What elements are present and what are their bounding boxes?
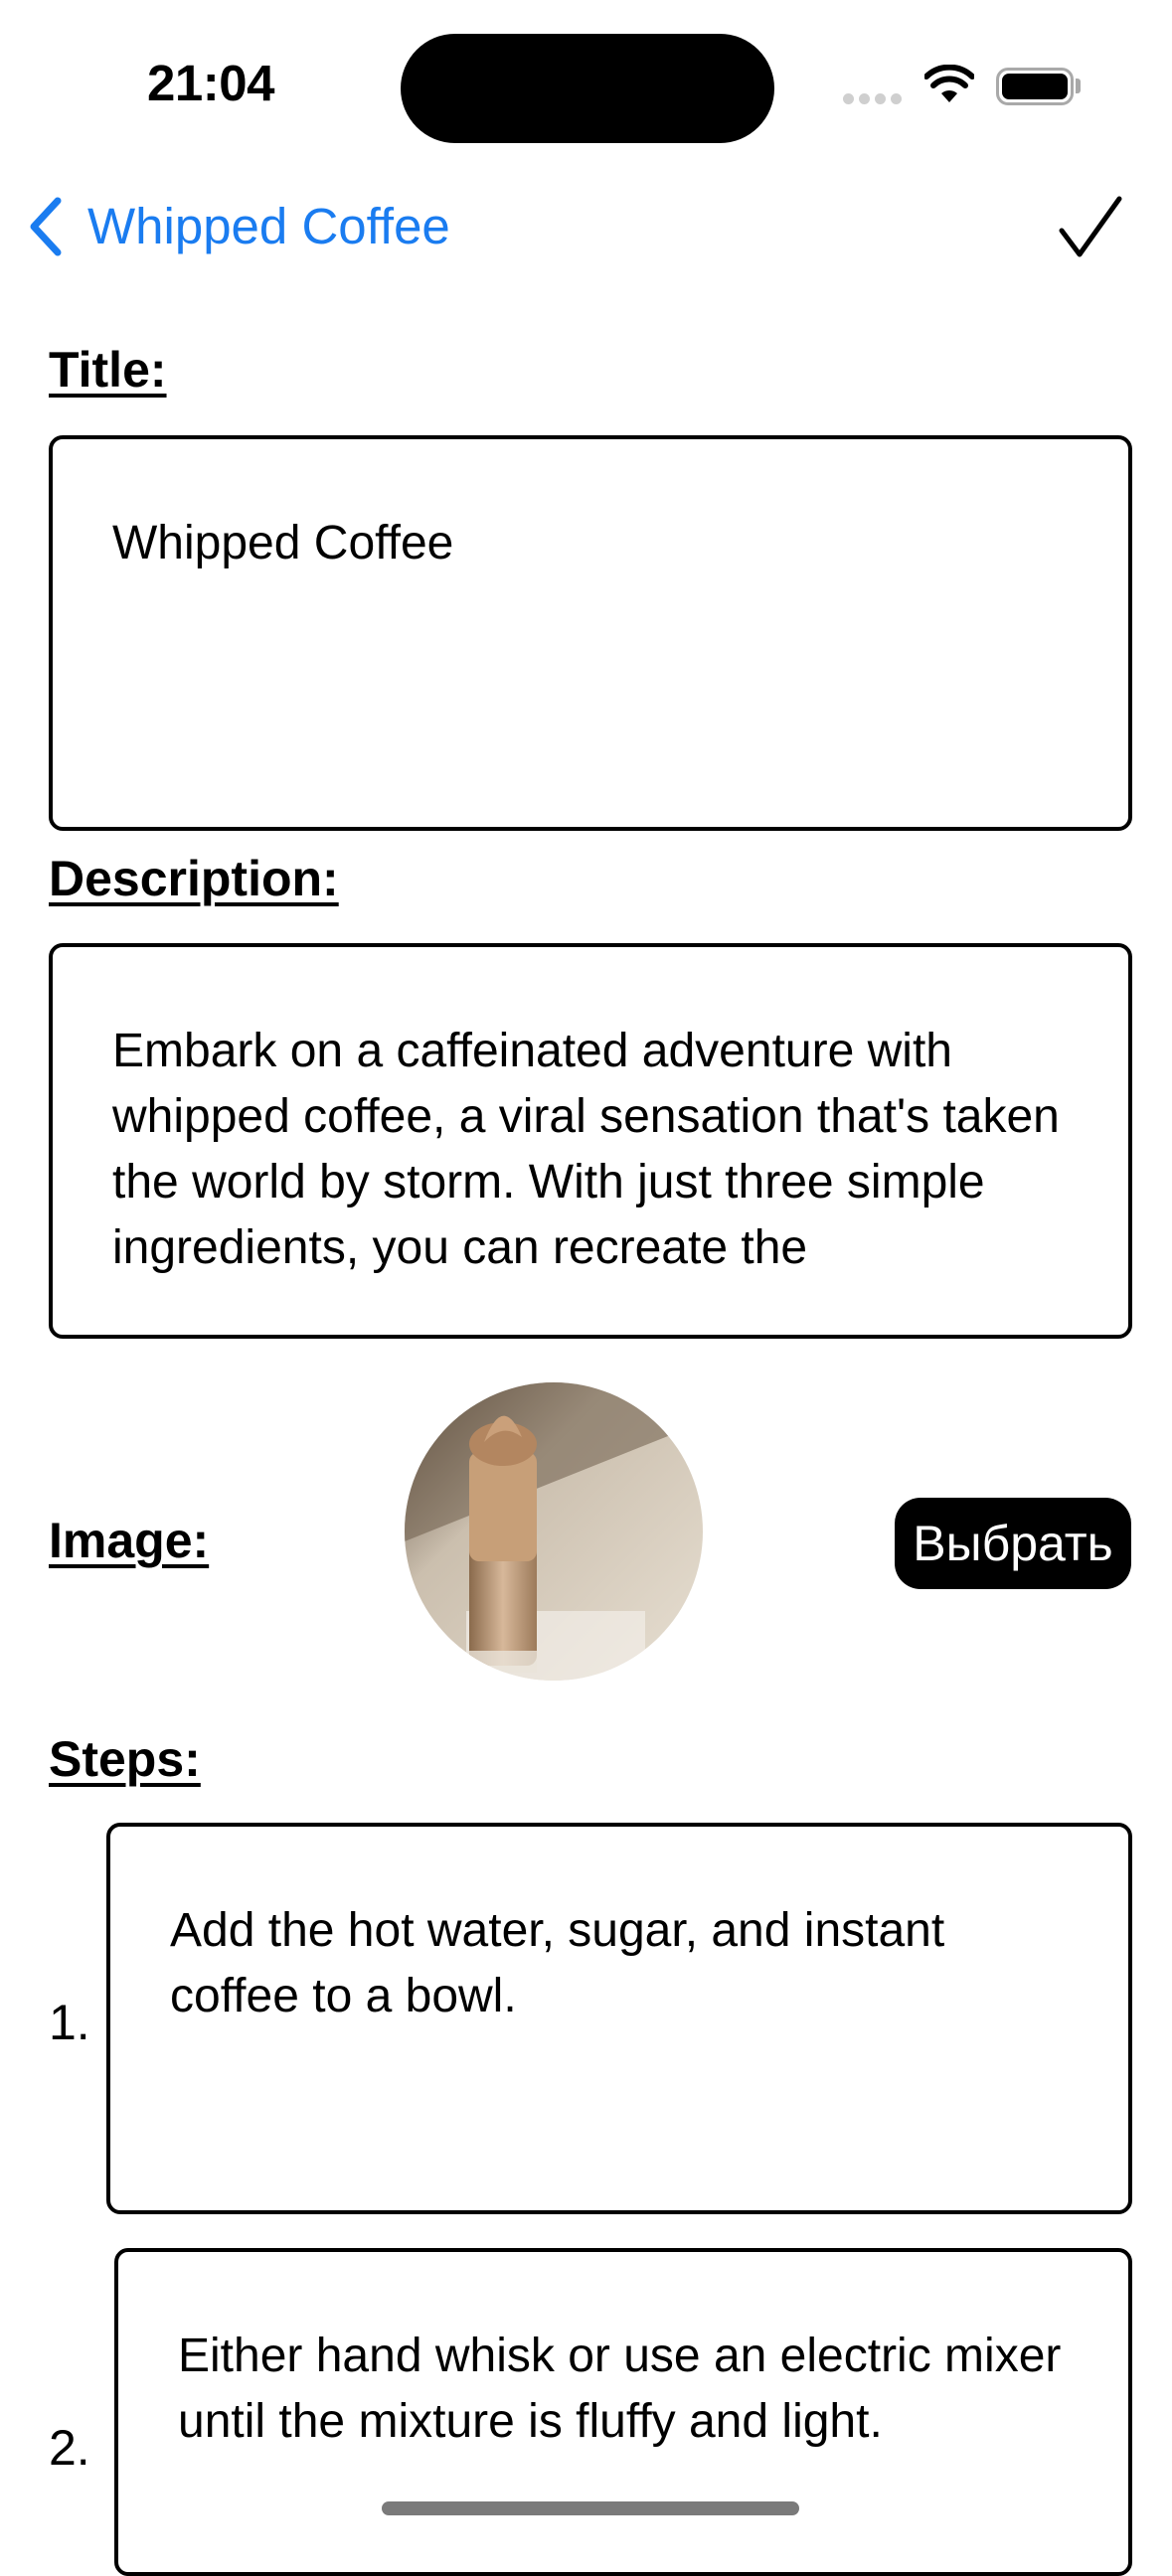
step-field-text: Add the hot water, sugar, and instant co… <box>170 1904 945 2022</box>
title-field[interactable]: Whipped Coffee <box>49 435 1132 831</box>
chevron-left-icon[interactable] <box>24 195 68 258</box>
step-number: 2. <box>49 2420 90 2476</box>
image-label: Image: <box>49 1513 210 1568</box>
wifi-icon <box>924 65 974 102</box>
checkmark-icon[interactable] <box>1056 195 1125 260</box>
step-field[interactable]: Either hand whisk or use an electric mix… <box>114 2248 1132 2576</box>
description-label: Description: <box>49 851 339 906</box>
step-number: 1. <box>49 1995 90 2050</box>
battery-nub <box>1076 79 1081 93</box>
status-time: 21:04 <box>147 55 274 111</box>
title-field-text: Whipped Coffee <box>112 517 454 569</box>
battery-icon <box>996 68 1074 105</box>
back-button[interactable]: Whipped Coffee <box>87 197 450 255</box>
steps-label: Steps: <box>49 1731 201 1787</box>
recipe-photo <box>405 1382 703 1681</box>
description-field[interactable]: Embark on a caffeinated adventure with w… <box>49 943 1132 1339</box>
step-field-text: Either hand whisk or use an electric mix… <box>178 2330 1062 2448</box>
choose-image-button[interactable]: Выбрать <box>895 1498 1131 1589</box>
home-indicator[interactable] <box>382 2501 799 2515</box>
description-field-text: Embark on a caffeinated adventure with w… <box>112 1025 1060 1274</box>
title-label: Title: <box>49 342 167 398</box>
cellular-signal-icon <box>843 93 903 105</box>
dynamic-island <box>401 34 774 143</box>
step-field[interactable]: Add the hot water, sugar, and instant co… <box>106 1823 1132 2214</box>
